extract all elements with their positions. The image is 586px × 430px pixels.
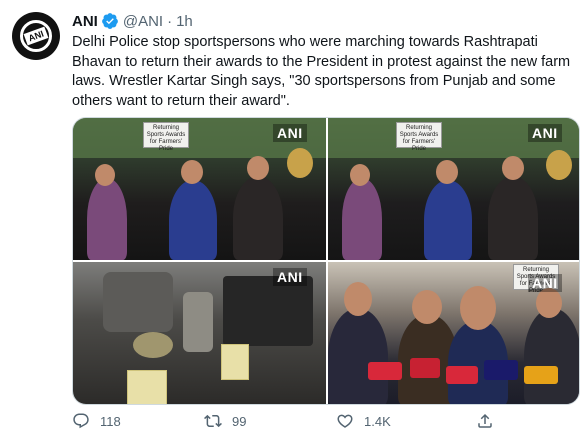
like-button[interactable]: 1.4K <box>336 412 391 430</box>
photo-2[interactable]: Returning Sports Awards for Farmers' Pri… <box>328 118 579 260</box>
vehicle-seat <box>103 272 173 332</box>
head <box>247 156 269 180</box>
photo-3[interactable]: ANI <box>73 262 326 404</box>
person <box>328 308 388 404</box>
microphone <box>446 366 478 384</box>
avatar[interactable]: ANI <box>12 12 60 60</box>
retweet-icon <box>204 414 222 428</box>
mace <box>133 332 173 358</box>
head <box>412 290 442 324</box>
like-count: 1.4K <box>364 413 391 429</box>
person <box>342 178 382 260</box>
tweet-actions: 118 99 1.4K <box>72 412 572 430</box>
head <box>536 288 562 318</box>
certificate <box>127 370 167 404</box>
protest-sign: Returning Sports Awards for Farmers' Pri… <box>396 122 442 152</box>
share-icon <box>478 413 492 428</box>
mace <box>546 150 572 180</box>
tweet-header: ANI @ANI · 1h <box>72 11 193 31</box>
head <box>181 160 203 184</box>
author-name[interactable]: ANI <box>72 13 98 30</box>
ani-watermark: ANI <box>528 274 562 292</box>
ani-watermark: ANI <box>273 268 307 286</box>
like-icon <box>337 414 353 428</box>
reply-count: 118 <box>100 413 121 429</box>
microphone <box>524 366 558 384</box>
retweet-button[interactable]: 99 <box>204 412 246 430</box>
tweet-timestamp[interactable]: 1h <box>176 13 193 30</box>
head <box>460 286 496 330</box>
certificate <box>221 344 249 380</box>
tweet-text: Delhi Police stop sportspersons who were… <box>72 34 571 109</box>
head <box>344 282 372 316</box>
microphone <box>410 358 440 378</box>
tweet[interactable]: ANI ANI @ANI · 1h Delhi Police stop spor… <box>0 0 586 430</box>
protest-sign: Returning Sports Awards for Farmers' Pri… <box>143 122 189 152</box>
reply-button[interactable]: 118 <box>72 412 121 430</box>
author-handle[interactable]: @ANI <box>123 13 163 30</box>
person <box>169 180 217 260</box>
reply-icon <box>73 413 89 429</box>
person <box>233 176 283 260</box>
head <box>502 156 524 180</box>
photo-1[interactable]: Returning Sports Awards for Farmers' Pri… <box>73 118 326 260</box>
person <box>488 176 538 260</box>
head <box>350 164 370 186</box>
head <box>95 164 115 186</box>
mace <box>287 148 313 178</box>
person <box>424 180 472 260</box>
microphone <box>368 362 402 380</box>
photo-4[interactable]: Returning Sports Awards for Farmers' Pri… <box>328 262 579 404</box>
trophy-box <box>223 276 313 346</box>
verified-badge-icon <box>101 13 118 29</box>
award-trophy <box>183 292 213 352</box>
microphone <box>484 360 518 380</box>
ani-watermark: ANI <box>273 124 307 142</box>
header-separator: · <box>167 12 173 30</box>
ani-watermark: ANI <box>528 124 562 142</box>
share-button[interactable] <box>476 412 504 430</box>
media-grid: Returning Sports Awards for Farmers' Pri… <box>72 117 580 405</box>
person <box>524 308 579 404</box>
head <box>436 160 458 184</box>
retweet-count: 99 <box>232 413 247 429</box>
person <box>87 178 127 260</box>
